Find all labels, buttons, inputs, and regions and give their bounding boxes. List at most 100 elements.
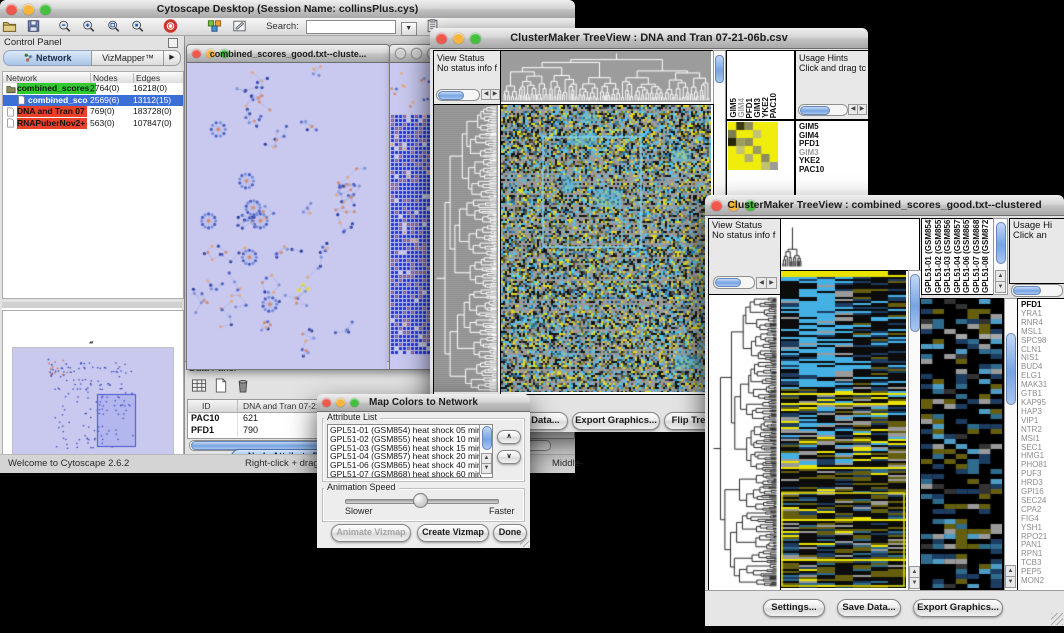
scroll-right-button[interactable]: ▶ — [490, 89, 500, 100]
move-up-button[interactable]: ∧ — [497, 430, 521, 444]
row-dendrogram-canvas[interactable] — [434, 105, 498, 392]
search-dropdown-button[interactable]: ▼ — [401, 22, 417, 36]
global-heatmap-panel — [500, 104, 714, 395]
column-label[interactable]: GIM5 — [729, 98, 737, 118]
close-button[interactable] — [6, 4, 17, 15]
usage-hints-panel: Usage Hi Click an — [1009, 218, 1064, 284]
zoom-in-icon[interactable] — [81, 19, 98, 35]
scroll-right-button[interactable]: ▶ — [857, 104, 867, 115]
scroll-down-button[interactable]: ▼ — [1005, 576, 1016, 588]
network-list-row[interactable]: DNA and Tran 07769(0)183728(0) — [3, 106, 183, 118]
row-label[interactable]: PAC10 — [799, 166, 824, 175]
close-button[interactable] — [192, 49, 201, 58]
tab-overflow-button[interactable]: ▶ — [163, 50, 181, 66]
network-edges: 16218(0) — [133, 83, 167, 93]
close-button[interactable] — [436, 33, 447, 44]
column-dendrogram-canvas[interactable] — [501, 51, 711, 102]
network-list-row[interactable]: RNAPuberNov2+563(0)107847(0) — [3, 118, 183, 130]
usage-hints-hscrollbar[interactable] — [798, 104, 848, 116]
column-label[interactable]: GIM4 — [737, 98, 745, 118]
zoom-out-icon[interactable] — [57, 19, 74, 35]
open-file-icon[interactable] — [2, 19, 19, 35]
main-titlebar[interactable]: Cytoscape Desktop (Session Name: collins… — [0, 0, 575, 19]
column-label[interactable]: GPL51-01 (GSM854) — [924, 218, 934, 293]
column-label[interactable]: PAC10 — [769, 93, 777, 118]
zoom-selected-icon[interactable] — [130, 19, 147, 35]
new-attribute-icon[interactable] — [213, 378, 230, 394]
scroll-down-button[interactable]: ▼ — [481, 463, 492, 474]
listbox-vscrollbar[interactable]: ▲ ▼ — [479, 425, 492, 475]
dp-col-id[interactable]: ID — [202, 401, 211, 411]
column-dendrogram-canvas[interactable] — [781, 219, 917, 268]
column-label[interactable]: GPL51-03 (GSM856) — [943, 218, 953, 293]
tab-network[interactable]: Network — [3, 50, 93, 66]
resize-grip[interactable] — [1051, 613, 1063, 625]
treeview1-titlebar[interactable]: ClusterMaker TreeView : DNA and Tran 07-… — [430, 28, 868, 49]
view-status-hscrollbar[interactable] — [436, 89, 480, 101]
usage-hints-hscrollbar[interactable] — [1011, 284, 1063, 297]
network-canvas-2[interactable] — [390, 63, 434, 369]
search-input[interactable] — [306, 20, 396, 34]
gene-list-vscrollbar[interactable]: ▲ ▼ — [1004, 298, 1018, 591]
create-vizmap-button[interactable]: Create Vizmap — [417, 524, 489, 542]
column-label[interactable]: GIM3 — [753, 98, 761, 118]
network-view-titlebar[interactable]: combined_scores_good.txt--cluste... — [187, 45, 389, 63]
resize-grip[interactable] — [520, 538, 529, 547]
close-button[interactable] — [322, 398, 331, 407]
tab-vizmapper[interactable]: VizMapper™ — [91, 50, 165, 66]
export-graphics-button[interactable]: Export Graphics... — [913, 599, 1003, 617]
col-network[interactable]: Network — [6, 73, 37, 83]
network-overview-canvas[interactable] — [12, 347, 174, 455]
network-canvas[interactable] — [187, 63, 387, 369]
treeview2-titlebar[interactable]: ClusterMaker TreeView : combined_scores_… — [705, 195, 1064, 216]
column-label[interactable]: YKE2 — [761, 97, 769, 118]
settings-button[interactable]: Settings... — [763, 599, 825, 617]
float-panel-icon[interactable] — [168, 38, 178, 48]
save-data-button[interactable]: Save Data... — [837, 599, 901, 617]
minimize-button[interactable] — [411, 48, 422, 59]
column-label[interactable]: PFD1 — [745, 98, 753, 118]
table-grid-icon[interactable] — [191, 378, 208, 394]
global-heatmap-canvas[interactable] — [501, 105, 711, 392]
delete-attribute-icon[interactable] — [235, 378, 252, 394]
view-status-panel: View Status No status info f ◀ ▶ — [433, 50, 501, 105]
dialog-titlebar[interactable]: Map Colors to Network — [317, 394, 530, 412]
scroll-down-button[interactable]: ▼ — [909, 577, 920, 589]
network-list-row[interactable]: combined_sco2569(6)13112(15) — [3, 95, 183, 107]
column-label[interactable]: GPL51-04 (GSM857) — [953, 218, 963, 293]
annotation-icon[interactable] — [232, 19, 249, 35]
speed-slider-thumb[interactable] — [413, 493, 428, 508]
network-overview-panel: ▰ — [2, 310, 184, 456]
gene-label[interactable]: MON2 — [1021, 577, 1047, 586]
plugin-manager-icon[interactable] — [207, 19, 224, 35]
network-edges: 183728(0) — [133, 106, 172, 116]
save-icon[interactable] — [26, 19, 43, 35]
column-label[interactable]: GPL51-08 (GSM872) — [981, 218, 991, 293]
col-edges[interactable]: Edges — [133, 73, 160, 83]
column-label[interactable]: GPL51-07 (GSM868) — [972, 218, 982, 293]
move-down-button[interactable]: ∨ — [497, 450, 521, 464]
close-button[interactable] — [395, 48, 406, 59]
view-status-hscrollbar[interactable] — [713, 276, 755, 289]
network-tab-icon — [24, 53, 33, 62]
network-list-row[interactable]: combined_scores_2764(0)16218(0) — [3, 83, 183, 95]
help-lifesaver-icon[interactable] — [163, 19, 180, 35]
scroll-right-button[interactable]: ▶ — [766, 277, 777, 289]
close-button[interactable] — [711, 200, 722, 211]
column-label[interactable]: GPL51-02 (GSM855) — [934, 218, 944, 293]
col-nodes[interactable]: Nodes — [90, 73, 118, 83]
zoom-heatmap-canvas[interactable] — [728, 122, 778, 170]
zoom-heatmap-canvas[interactable] — [921, 299, 1002, 588]
global-heatmap-canvas[interactable] — [781, 271, 906, 588]
row-dendrogram-canvas[interactable] — [709, 295, 778, 588]
attribute-listbox[interactable]: GPL51-01 (GSM854) heat shock 05 minGPL51… — [327, 424, 493, 478]
scroll-down-button[interactable]: ▼ — [995, 281, 1006, 293]
column-labels-vscrollbar[interactable]: ▲ ▼ — [993, 218, 1008, 295]
export-graphics-button[interactable]: Export Graphics... — [572, 412, 660, 430]
attribute-list-item[interactable]: GPL51-07 (GSM868) heat shock 60 min — [330, 470, 482, 478]
column-label[interactable]: GPL51-06 (GSM865) — [962, 218, 972, 293]
animate-vizmap-button[interactable]: Animate Vizmap — [331, 524, 411, 542]
zoom-fit-icon[interactable] — [106, 19, 123, 35]
network-name: DNA and Tran 07 — [17, 106, 87, 117]
status-hint-middle: Middle- — [552, 458, 583, 469]
